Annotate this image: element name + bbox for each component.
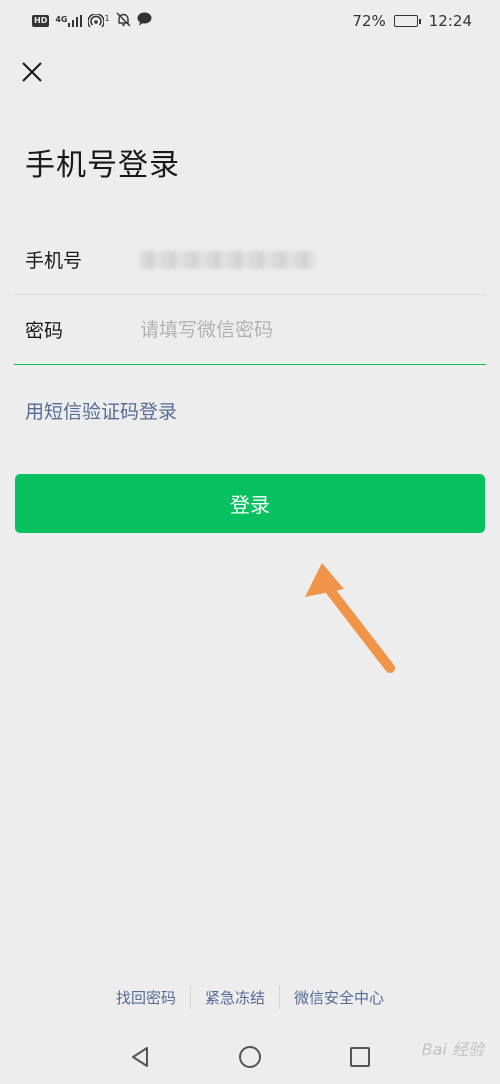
battery-icon xyxy=(393,15,421,27)
nav-back-button[interactable] xyxy=(125,1042,155,1072)
password-row[interactable]: 密码 xyxy=(14,295,486,365)
sms-login-link[interactable]: 用短信验证码登录 xyxy=(25,397,177,424)
close-icon xyxy=(22,62,42,82)
recover-password-link[interactable]: 找回密码 xyxy=(102,987,190,1008)
battery-percent: 72% xyxy=(352,12,386,30)
phone-label: 手机号 xyxy=(25,250,83,272)
phone-row[interactable]: 手机号 xyxy=(14,225,486,295)
nav-home-button[interactable] xyxy=(235,1042,265,1072)
security-center-link[interactable]: 微信安全中心 xyxy=(280,987,398,1008)
password-label: 密码 xyxy=(25,320,64,342)
nav-recents-button[interactable] xyxy=(345,1042,375,1072)
status-icons-right: 72% 12:24 xyxy=(352,12,472,30)
login-button[interactable]: 登录 xyxy=(15,474,485,533)
status-bar: HD 4G 1 72% 12:24 xyxy=(0,0,500,42)
bell-muted-icon xyxy=(116,12,131,31)
home-circle-icon xyxy=(239,1046,261,1068)
hd-badge: HD xyxy=(32,15,50,27)
annotation-arrow xyxy=(305,563,395,673)
status-icons-left: HD 4G 1 xyxy=(32,12,152,31)
network-type-label: 4G xyxy=(55,15,68,24)
password-input[interactable] xyxy=(140,318,486,341)
recents-square-icon xyxy=(350,1047,370,1067)
footer-links: 找回密码 紧急冻结 微信安全中心 xyxy=(0,985,500,1009)
chat-bubble-icon xyxy=(137,12,152,30)
back-triangle-icon xyxy=(132,1047,148,1067)
signal-icon: 4G xyxy=(55,15,83,27)
close-button[interactable] xyxy=(16,56,48,88)
notification-count: 1 xyxy=(104,14,110,23)
baidu-watermark: Bai 经验 xyxy=(421,1040,484,1059)
emergency-freeze-link[interactable]: 紧急冻结 xyxy=(191,987,279,1008)
clock: 12:24 xyxy=(428,12,472,30)
phone-number-blurred[interactable] xyxy=(140,250,316,269)
hotspot-icon: 1 xyxy=(88,14,110,28)
page-title: 手机号登录 xyxy=(25,148,180,183)
